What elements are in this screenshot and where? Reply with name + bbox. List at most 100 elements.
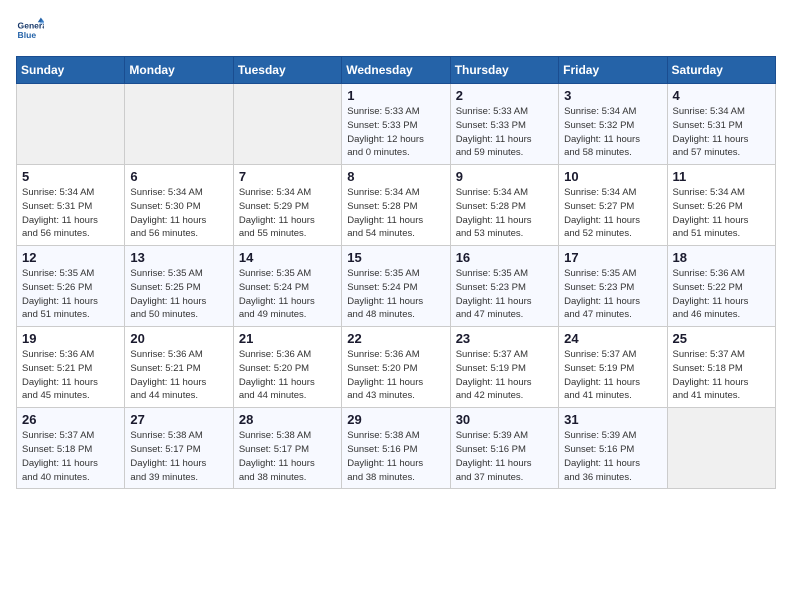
- day-info: Sunrise: 5:35 AM Sunset: 5:24 PM Dayligh…: [347, 267, 444, 322]
- svg-text:Blue: Blue: [18, 30, 37, 40]
- calendar-day: 15 Sunrise: 5:35 AM Sunset: 5:24 PM Dayli…: [342, 246, 450, 327]
- day-number: 5: [22, 169, 119, 184]
- day-number: 12: [22, 250, 119, 265]
- day-number: 3: [564, 88, 661, 103]
- day-info: Sunrise: 5:34 AM Sunset: 5:32 PM Dayligh…: [564, 105, 661, 160]
- header-tuesday: Tuesday: [233, 57, 341, 84]
- day-number: 2: [456, 88, 553, 103]
- day-info: Sunrise: 5:34 AM Sunset: 5:28 PM Dayligh…: [347, 186, 444, 241]
- calendar-day: 31 Sunrise: 5:39 AM Sunset: 5:16 PM Dayli…: [559, 408, 667, 489]
- day-info: Sunrise: 5:37 AM Sunset: 5:18 PM Dayligh…: [22, 429, 119, 484]
- day-info: Sunrise: 5:36 AM Sunset: 5:22 PM Dayligh…: [673, 267, 770, 322]
- calendar-day: 19 Sunrise: 5:36 AM Sunset: 5:21 PM Dayli…: [17, 327, 125, 408]
- day-number: 25: [673, 331, 770, 346]
- calendar-day: 28 Sunrise: 5:38 AM Sunset: 5:17 PM Dayli…: [233, 408, 341, 489]
- day-info: Sunrise: 5:37 AM Sunset: 5:19 PM Dayligh…: [456, 348, 553, 403]
- day-number: 11: [673, 169, 770, 184]
- day-number: 19: [22, 331, 119, 346]
- day-info: Sunrise: 5:34 AM Sunset: 5:26 PM Dayligh…: [673, 186, 770, 241]
- calendar-day: 13Sunrise: 5:35 AM Sunset: 5:25 PM Dayli…: [125, 246, 233, 327]
- calendar-day: 12 Sunrise: 5:35 AM Sunset: 5:26 PM Dayli…: [17, 246, 125, 327]
- day-number: 17: [564, 250, 661, 265]
- calendar-day: 9 Sunrise: 5:34 AM Sunset: 5:28 PM Daylig…: [450, 165, 558, 246]
- day-number: 26: [22, 412, 119, 427]
- day-info: Sunrise: 5:34 AM Sunset: 5:27 PM Dayligh…: [564, 186, 661, 241]
- day-number: 22: [347, 331, 444, 346]
- day-info: Sunrise: 5:36 AM Sunset: 5:21 PM Dayligh…: [130, 348, 227, 403]
- day-number: 20: [130, 331, 227, 346]
- day-number: 31: [564, 412, 661, 427]
- calendar-day: [125, 84, 233, 165]
- day-info: Sunrise: 5:36 AM Sunset: 5:20 PM Dayligh…: [347, 348, 444, 403]
- calendar-week-2: 5 Sunrise: 5:34 AM Sunset: 5:31 PM Daylig…: [17, 165, 776, 246]
- day-info: Sunrise: 5:38 AM Sunset: 5:17 PM Dayligh…: [239, 429, 336, 484]
- header-thursday: Thursday: [450, 57, 558, 84]
- calendar-day: 8 Sunrise: 5:34 AM Sunset: 5:28 PM Daylig…: [342, 165, 450, 246]
- calendar-table: SundayMondayTuesdayWednesdayThursdayFrid…: [16, 56, 776, 489]
- day-info: Sunrise: 5:37 AM Sunset: 5:19 PM Dayligh…: [564, 348, 661, 403]
- calendar-day: 21Sunrise: 5:36 AM Sunset: 5:20 PM Dayli…: [233, 327, 341, 408]
- day-number: 1: [347, 88, 444, 103]
- day-number: 23: [456, 331, 553, 346]
- logo-icon: General Blue: [16, 16, 44, 44]
- calendar-week-1: 1 Sunrise: 5:33 AM Sunset: 5:33 PM Daylig…: [17, 84, 776, 165]
- calendar-day: 16Sunrise: 5:35 AM Sunset: 5:23 PM Dayli…: [450, 246, 558, 327]
- header-sunday: Sunday: [17, 57, 125, 84]
- calendar-day: 10 Sunrise: 5:34 AM Sunset: 5:27 PM Dayli…: [559, 165, 667, 246]
- day-info: Sunrise: 5:38 AM Sunset: 5:17 PM Dayligh…: [130, 429, 227, 484]
- calendar-day: 26 Sunrise: 5:37 AM Sunset: 5:18 PM Dayli…: [17, 408, 125, 489]
- calendar-day: 27 Sunrise: 5:38 AM Sunset: 5:17 PM Dayli…: [125, 408, 233, 489]
- day-number: 29: [347, 412, 444, 427]
- day-number: 18: [673, 250, 770, 265]
- day-number: 15: [347, 250, 444, 265]
- day-number: 30: [456, 412, 553, 427]
- day-info: Sunrise: 5:35 AM Sunset: 5:26 PM Dayligh…: [22, 267, 119, 322]
- calendar-day: [667, 408, 775, 489]
- calendar-day: [233, 84, 341, 165]
- calendar-week-3: 12 Sunrise: 5:35 AM Sunset: 5:26 PM Dayli…: [17, 246, 776, 327]
- calendar-day: 4Sunrise: 5:34 AM Sunset: 5:31 PM Daylig…: [667, 84, 775, 165]
- day-number: 8: [347, 169, 444, 184]
- day-info: Sunrise: 5:35 AM Sunset: 5:25 PM Dayligh…: [130, 267, 227, 322]
- day-number: 24: [564, 331, 661, 346]
- calendar-day: 20 Sunrise: 5:36 AM Sunset: 5:21 PM Dayli…: [125, 327, 233, 408]
- day-info: Sunrise: 5:33 AM Sunset: 5:33 PM Dayligh…: [347, 105, 444, 160]
- day-info: Sunrise: 5:38 AM Sunset: 5:16 PM Dayligh…: [347, 429, 444, 484]
- day-number: 14: [239, 250, 336, 265]
- calendar-day: 24 Sunrise: 5:37 AM Sunset: 5:19 PM Dayli…: [559, 327, 667, 408]
- calendar-header-row: SundayMondayTuesdayWednesdayThursdayFrid…: [17, 57, 776, 84]
- day-info: Sunrise: 5:36 AM Sunset: 5:21 PM Dayligh…: [22, 348, 119, 403]
- day-number: 10: [564, 169, 661, 184]
- header-wednesday: Wednesday: [342, 57, 450, 84]
- calendar-day: 1 Sunrise: 5:33 AM Sunset: 5:33 PM Daylig…: [342, 84, 450, 165]
- day-info: Sunrise: 5:35 AM Sunset: 5:24 PM Dayligh…: [239, 267, 336, 322]
- day-info: Sunrise: 5:34 AM Sunset: 5:30 PM Dayligh…: [130, 186, 227, 241]
- calendar-day: 23 Sunrise: 5:37 AM Sunset: 5:19 PM Dayli…: [450, 327, 558, 408]
- day-number: 9: [456, 169, 553, 184]
- day-number: 27: [130, 412, 227, 427]
- calendar-day: 14 Sunrise: 5:35 AM Sunset: 5:24 PM Dayli…: [233, 246, 341, 327]
- page-header: General Blue: [16, 16, 776, 44]
- day-info: Sunrise: 5:34 AM Sunset: 5:31 PM Dayligh…: [22, 186, 119, 241]
- calendar-day: 5 Sunrise: 5:34 AM Sunset: 5:31 PM Daylig…: [17, 165, 125, 246]
- day-info: Sunrise: 5:34 AM Sunset: 5:28 PM Dayligh…: [456, 186, 553, 241]
- day-info: Sunrise: 5:37 AM Sunset: 5:18 PM Dayligh…: [673, 348, 770, 403]
- day-number: 28: [239, 412, 336, 427]
- calendar-day: 30Sunrise: 5:39 AM Sunset: 5:16 PM Dayli…: [450, 408, 558, 489]
- calendar-day: 17 Sunrise: 5:35 AM Sunset: 5:23 PM Dayli…: [559, 246, 667, 327]
- calendar-week-4: 19 Sunrise: 5:36 AM Sunset: 5:21 PM Dayli…: [17, 327, 776, 408]
- day-info: Sunrise: 5:35 AM Sunset: 5:23 PM Dayligh…: [564, 267, 661, 322]
- day-info: Sunrise: 5:39 AM Sunset: 5:16 PM Dayligh…: [564, 429, 661, 484]
- day-info: Sunrise: 5:36 AM Sunset: 5:20 PM Dayligh…: [239, 348, 336, 403]
- calendar-day: 18 Sunrise: 5:36 AM Sunset: 5:22 PM Dayli…: [667, 246, 775, 327]
- header-saturday: Saturday: [667, 57, 775, 84]
- header-friday: Friday: [559, 57, 667, 84]
- day-number: 7: [239, 169, 336, 184]
- calendar-day: 3 Sunrise: 5:34 AM Sunset: 5:32 PM Daylig…: [559, 84, 667, 165]
- calendar-day: [17, 84, 125, 165]
- header-monday: Monday: [125, 57, 233, 84]
- calendar-day: 29 Sunrise: 5:38 AM Sunset: 5:16 PM Dayli…: [342, 408, 450, 489]
- day-number: 6: [130, 169, 227, 184]
- calendar-day: 2Sunrise: 5:33 AM Sunset: 5:33 PM Daylig…: [450, 84, 558, 165]
- day-info: Sunrise: 5:35 AM Sunset: 5:23 PM Dayligh…: [456, 267, 553, 322]
